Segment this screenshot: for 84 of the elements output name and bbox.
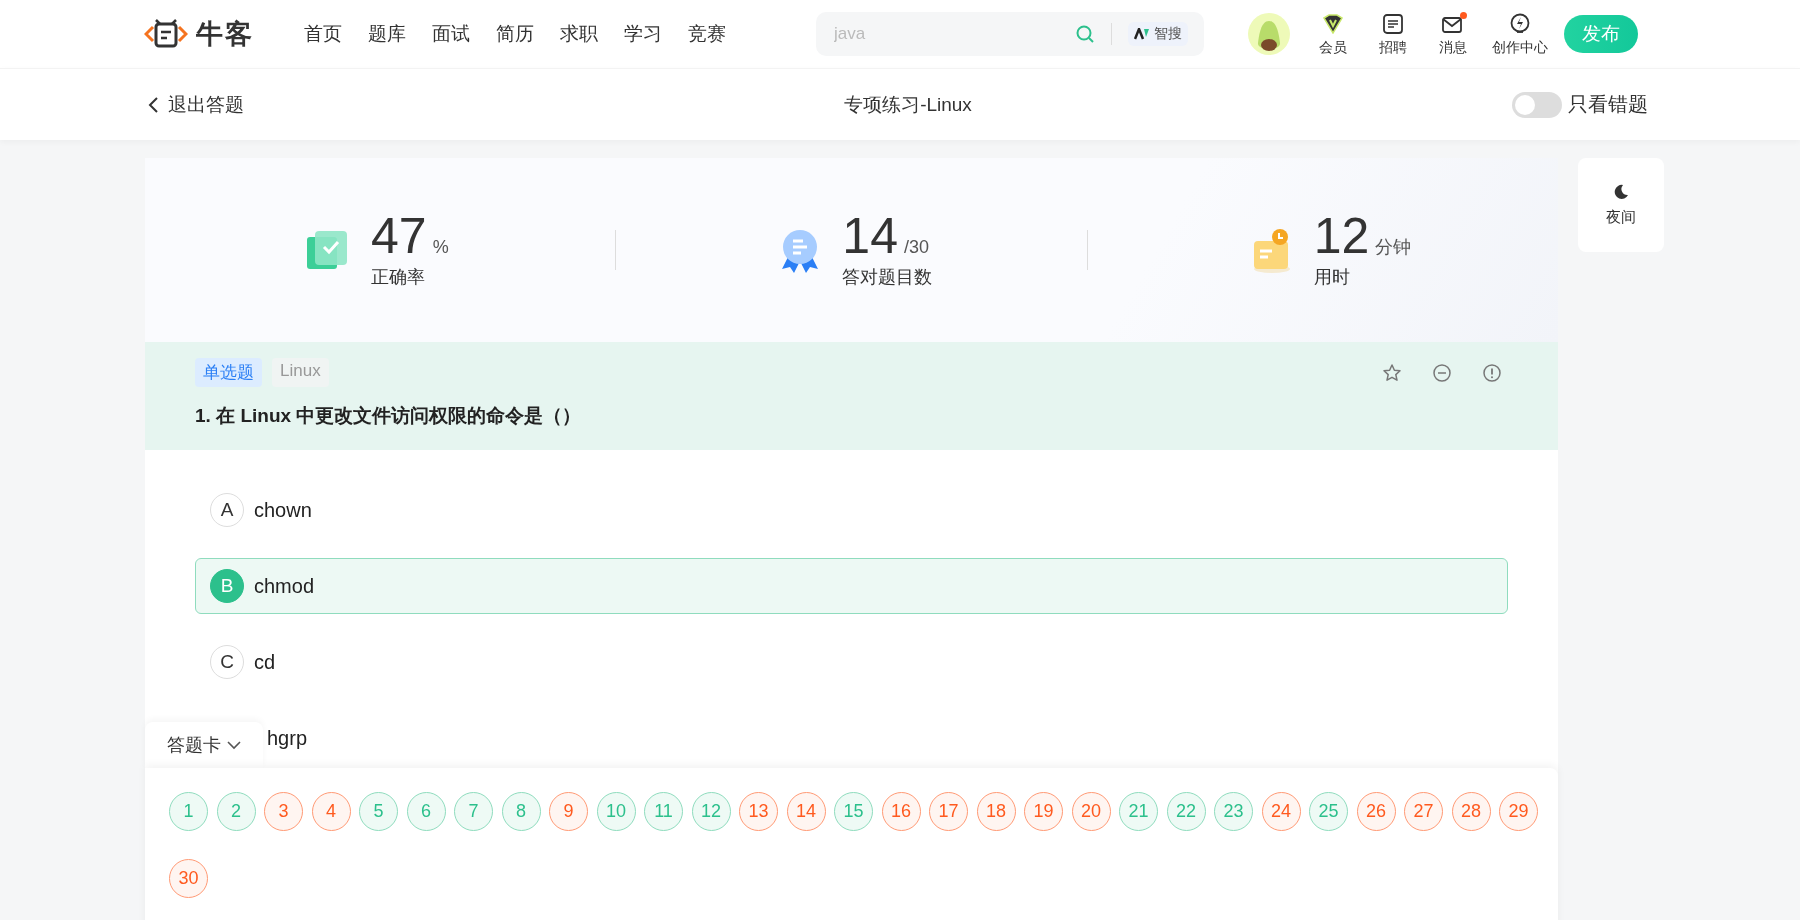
question-tag: 单选题 bbox=[195, 358, 262, 387]
question-number[interactable]: 11 bbox=[644, 792, 683, 831]
stat-value: 12 bbox=[1313, 211, 1370, 261]
chevron-down-icon bbox=[227, 740, 241, 750]
night-mode-button[interactable]: 夜间 bbox=[1578, 158, 1664, 252]
question-number[interactable]: 19 bbox=[1024, 792, 1063, 831]
question-number[interactable]: 10 bbox=[596, 792, 636, 831]
toggle-label: 只看错题 bbox=[1568, 92, 1648, 117]
question-number[interactable]: 15 bbox=[834, 792, 873, 831]
question-tag: Linux bbox=[272, 358, 329, 387]
header-action[interactable]: 消息 bbox=[1432, 11, 1474, 57]
question-number[interactable]: 1 bbox=[169, 792, 208, 831]
logo-text[interactable]: 牛客 bbox=[196, 16, 254, 52]
stat-value: 14 bbox=[842, 211, 898, 261]
stat-label: 用时 bbox=[1313, 266, 1351, 289]
question-number[interactable]: 6 bbox=[406, 792, 446, 831]
lightning-icon bbox=[1510, 12, 1530, 35]
question-number[interactable]: 4 bbox=[311, 792, 351, 831]
question-number[interactable]: 26 bbox=[1356, 792, 1396, 831]
avatar[interactable] bbox=[1248, 13, 1290, 55]
question-number[interactable]: 2 bbox=[216, 792, 256, 831]
diamond-icon bbox=[1322, 13, 1344, 34]
nav-link[interactable]: 求职 bbox=[560, 21, 598, 47]
option-letter: A bbox=[210, 493, 244, 527]
search-icon[interactable] bbox=[1075, 24, 1095, 44]
nav-link[interactable]: 学习 bbox=[624, 21, 662, 47]
logo-icon bbox=[144, 18, 188, 50]
question-number[interactable]: 7 bbox=[454, 792, 493, 831]
question-number[interactable]: 8 bbox=[501, 792, 541, 831]
nav-link[interactable]: 首页 bbox=[304, 21, 342, 47]
question-text: 1. 在 Linux 中更改文件访问权限的命令是（） bbox=[195, 404, 583, 428]
stat-label: 答对题目数 bbox=[842, 266, 933, 289]
option-letter: C bbox=[210, 645, 244, 679]
nav-link[interactable]: 面试 bbox=[432, 21, 470, 47]
question-number[interactable]: 3 bbox=[264, 792, 303, 831]
question-number[interactable]: 30 bbox=[169, 859, 208, 898]
answer-option[interactable]: C cd bbox=[195, 634, 1508, 690]
moon-icon bbox=[1613, 183, 1629, 200]
header-action[interactable]: 创作中心 bbox=[1492, 11, 1548, 57]
stat-label: 正确率 bbox=[371, 266, 426, 289]
publish-button[interactable]: 发布 bbox=[1564, 15, 1638, 53]
header-action[interactable]: 会员 bbox=[1312, 11, 1354, 57]
minus-circle-icon[interactable] bbox=[1432, 362, 1452, 383]
document-icon bbox=[1383, 13, 1403, 34]
page-title: 专项练习-Linux bbox=[844, 92, 972, 117]
question-number[interactable]: 12 bbox=[691, 792, 731, 831]
back-chevron-icon bbox=[148, 95, 160, 114]
question-number[interactable]: 23 bbox=[1214, 792, 1253, 831]
question-number[interactable]: 22 bbox=[1166, 792, 1206, 831]
stat-unit: 分钟 bbox=[1375, 236, 1412, 259]
question-number[interactable]: 18 bbox=[976, 792, 1016, 831]
header-action[interactable]: 招聘 bbox=[1372, 11, 1414, 57]
stat-unit: % bbox=[432, 237, 449, 258]
question-number[interactable]: 16 bbox=[881, 792, 921, 831]
answer-card-tab[interactable]: 答题卡 bbox=[145, 722, 263, 768]
stat-value: 47 bbox=[371, 211, 427, 261]
question-number[interactable]: 27 bbox=[1404, 792, 1443, 831]
question-number[interactable]: 29 bbox=[1499, 792, 1538, 831]
nav-link[interactable]: 简历 bbox=[496, 21, 534, 47]
wrong-only-toggle[interactable] bbox=[1512, 91, 1562, 118]
question-number[interactable]: 17 bbox=[929, 792, 968, 831]
answer-option[interactable]: A chown bbox=[195, 482, 1508, 538]
answer-option[interactable]: hgrp bbox=[267, 710, 308, 766]
nav-link[interactable]: 竞赛 bbox=[688, 21, 726, 47]
option-letter: B bbox=[210, 569, 244, 603]
search-field[interactable]: java 智搜 bbox=[816, 12, 1204, 56]
question-number[interactable]: 9 bbox=[549, 792, 588, 831]
question-number[interactable]: 28 bbox=[1451, 792, 1491, 831]
question-number[interactable]: 14 bbox=[786, 792, 826, 831]
ai-logo-icon bbox=[1134, 28, 1150, 40]
nav-link[interactable]: 题库 bbox=[368, 21, 406, 47]
question-number[interactable]: 25 bbox=[1309, 792, 1348, 831]
question-number[interactable]: 24 bbox=[1261, 792, 1301, 831]
question-number[interactable]: 21 bbox=[1119, 792, 1158, 831]
mail-icon bbox=[1442, 14, 1464, 33]
question-number[interactable]: 20 bbox=[1071, 792, 1111, 831]
stat-unit: /30 bbox=[903, 237, 929, 258]
star-icon[interactable] bbox=[1382, 362, 1402, 383]
question-number[interactable]: 5 bbox=[359, 792, 398, 831]
ai-search-button[interactable]: 智搜 bbox=[1128, 22, 1188, 46]
question-number[interactable]: 13 bbox=[739, 792, 778, 831]
answer-option[interactable]: B chmod bbox=[195, 558, 1508, 614]
alert-circle-icon[interactable] bbox=[1482, 362, 1502, 383]
exit-link[interactable]: 退出答题 bbox=[148, 91, 244, 118]
